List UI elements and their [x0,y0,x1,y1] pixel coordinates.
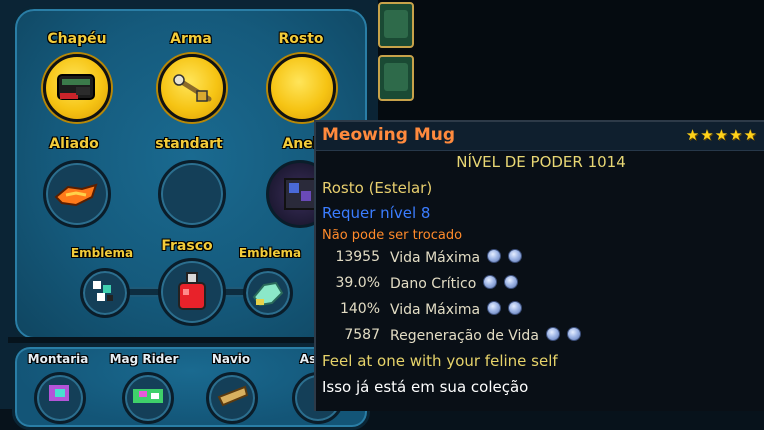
gem-icon [508,249,523,263]
level-requirement: Requer nível 8 [322,204,431,222]
emblem-left-slot[interactable] [80,268,130,318]
costume-slot-label: standart [155,136,223,152]
gem-icon [566,327,581,341]
crossed-swords-icon [384,63,408,91]
gem-icon [487,249,502,263]
ally-slot[interactable] [43,160,111,228]
hat-slot-label: Chapéu [47,31,107,47]
shield-icon [384,10,408,38]
emblem-left-icon [93,281,113,301]
game-screen: Chapéu Arma Rosto Aliado standart Anel E… [0,0,764,430]
face-slot-label: Rosto [278,31,324,47]
flask-item-icon [178,272,206,310]
hat-slot[interactable] [43,54,111,122]
side-tab-emblem[interactable] [378,2,414,48]
stat-value: 140% [339,301,380,317]
stat-value: 7587 [344,327,380,343]
emblem-right-label: Emblema [238,246,302,260]
hat-item-icon [57,74,95,100]
gem-icon [487,301,502,315]
side-tab-weapons[interactable] [378,55,414,101]
gem-icon [504,275,519,289]
ally-slot-label: Aliado [49,136,99,152]
emblem-right-icon [252,281,284,307]
mag-rider-item-icon [133,389,163,403]
gem-icon [508,301,523,315]
flavor-text: Feel at one with your feline self [322,352,558,370]
emblem-right-slot[interactable] [243,268,293,318]
gem-icon [483,275,498,289]
flask-slot[interactable] [158,258,226,326]
ally-item-icon [54,183,98,207]
power-level: NÍVEL DE PODER 1014 [456,153,626,171]
weapon-slot-label: Arma [170,31,212,47]
stat-value: 13955 [335,249,380,265]
mount-item-icon [49,385,69,401]
item-name: Meowing Mug [322,125,456,145]
item-tooltip: Meowing Mug ★★★★★ NÍVEL DE PODER 1014 Ro… [314,120,764,411]
mount-slot[interactable] [34,372,86,424]
stat-value: 39.0% [335,275,380,291]
stat-label: Vida Máxima [390,249,523,266]
stat-label: Regeneração de Vida [390,327,581,344]
weapon-slot[interactable] [158,54,226,122]
star-rating: ★★★★★ [685,126,758,144]
tooltip-header: Meowing Mug ★★★★★ [316,122,764,151]
item-slot-type: Rosto (Estelar) [322,179,433,197]
collection-status: Isso já está em sua coleção [322,378,529,396]
costume-slot[interactable] [158,160,226,228]
gem-icon [545,327,560,341]
trade-status: Não pode ser trocado [322,228,463,243]
mag-rider-slot[interactable] [122,372,174,424]
weapon-item-icon [173,74,212,102]
ship-item-icon [217,385,249,407]
face-slot[interactable] [268,54,336,122]
ship-slot[interactable] [206,372,258,424]
stat-label: Vida Máxima [390,301,523,318]
stat-label: Dano Crítico [390,275,519,292]
